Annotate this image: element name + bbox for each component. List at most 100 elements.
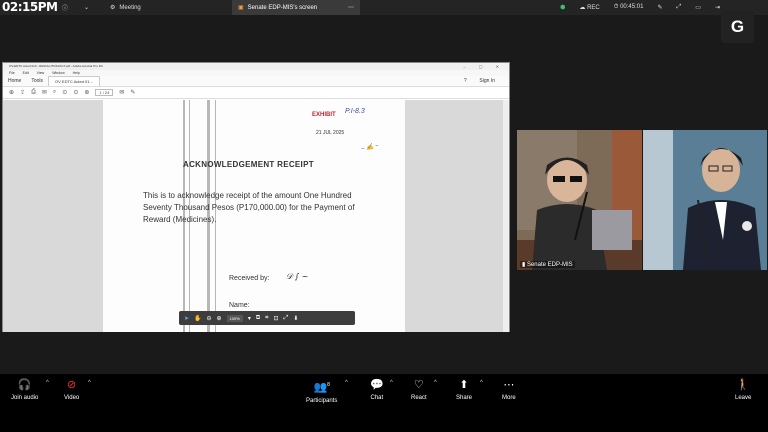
info-icon[interactable]: ⓘ	[62, 0, 68, 15]
video-off-icon: ⊘	[67, 379, 77, 391]
more-icon[interactable]: ⋯	[348, 4, 354, 11]
video-tile-speaker[interactable]: ▮ Senate EDP-MIS	[517, 130, 642, 270]
shared-screen: OV-EDTC Acted 010 - RESOLUTION/ACT.pdf -…	[2, 62, 510, 332]
heart-icon: ♡	[413, 379, 424, 391]
share-button[interactable]: ⬆ Share	[456, 380, 473, 402]
menu-window[interactable]: Window	[52, 71, 64, 75]
chevron-down-icon[interactable]: ⌄	[84, 0, 89, 15]
chat-button[interactable]: 💬 Chat	[370, 379, 384, 402]
screen-icon: ▣	[238, 5, 244, 11]
join-audio-button[interactable]: 🎧 Join audio	[11, 379, 39, 402]
gear-icon: ⚙	[110, 5, 116, 11]
layout-icon[interactable]: ▭	[695, 4, 701, 11]
more-button[interactable]: ⋯ More	[502, 379, 516, 402]
floating-page-toolbar: ➤ ✋ ⊖ ⊕ 100% ▾ ⧉ ⌗ ⊡ ⤢ ⬇	[179, 311, 355, 325]
leave-label: Leave	[735, 395, 752, 401]
pdf-tab-bar: Home Tools OV EDTC Acted 01... ? Sign In	[3, 76, 509, 87]
tab-tools[interactable]: Tools	[26, 78, 48, 84]
print-icon[interactable]: ⎙	[31, 89, 36, 96]
hand-icon[interactable]: ✋	[194, 315, 201, 322]
next-page-icon[interactable]: ⊙	[73, 89, 78, 96]
zoom-out-icon[interactable]: ⊖	[207, 315, 212, 322]
document-tab[interactable]: OV EDTC Acted 01...	[48, 76, 100, 86]
participants-button[interactable]: 👥8 Participants	[306, 380, 337, 404]
menu-edit[interactable]: Edit	[23, 71, 29, 75]
view-icon[interactable]: ⤢	[676, 4, 681, 11]
date-stamp: 21 JUL 2025	[316, 130, 345, 136]
headphones-icon: 🎧	[17, 379, 32, 391]
fullscreen-icon[interactable]: ⤢	[284, 315, 289, 322]
menu-view[interactable]: View	[37, 71, 45, 75]
chat-label: Chat	[370, 395, 384, 401]
join-audio-label: Join audio	[11, 395, 39, 401]
page-number-box[interactable]: 1 / 24	[95, 89, 114, 96]
chat-chevron[interactable]: ^	[390, 380, 393, 386]
screen-tab-label: Senate EDP-MIS's screen	[247, 4, 318, 11]
menu-file[interactable]: File	[9, 71, 15, 75]
pdf-toolbar: ⊕ ⇪ ⎙ ✉ ⌕ ⊙ ⊙ ⊛ 1 / 24 ✉ ✎	[3, 87, 509, 99]
document-heading: ACKNOWLEDGEMENT RECEIPT	[183, 160, 314, 169]
react-label: React	[411, 395, 427, 401]
more-label: More	[502, 395, 516, 401]
search-icon[interactable]: ⌕	[53, 89, 56, 96]
more-icon: ⋯	[503, 379, 515, 391]
copy-icon[interactable]: ⧉	[256, 315, 260, 322]
download-icon[interactable]: ⬇	[293, 315, 298, 322]
name-label: Name:	[229, 302, 250, 309]
tab-home[interactable]: Home	[3, 78, 26, 84]
share-chevron[interactable]: ^	[480, 380, 483, 386]
zoom-in-icon[interactable]: ⊕	[217, 315, 222, 322]
pdf-viewer[interactable]: EXHIBIT P.I-8.3 21 JUL 2025 ~ ✍ ~ ACKNOW…	[3, 100, 509, 332]
recording-indicator[interactable]: ☁ REC	[579, 4, 599, 11]
comment-icon[interactable]: ✉	[119, 89, 124, 96]
timer-value: 00:45:01	[620, 4, 644, 10]
chat-icon: 💬	[370, 379, 384, 391]
leave-button[interactable]: 🚶 Leave	[735, 380, 752, 402]
participant-name-text: Senate EDP-MIS	[526, 262, 573, 268]
signature: 𝒟 ∫ ~	[286, 272, 309, 281]
participants-count: 8	[327, 382, 330, 388]
fit-icon[interactable]: ⊡	[274, 315, 279, 322]
vertical-scrollbar[interactable]	[503, 100, 509, 332]
crop-icon[interactable]: ⌗	[265, 315, 268, 322]
select-icon[interactable]: ➤	[184, 315, 189, 322]
participants-label: Participants	[306, 397, 338, 404]
sign-in-link[interactable]: ? Sign In	[454, 78, 505, 84]
video-button[interactable]: ⊘ Video	[64, 379, 79, 402]
mail-icon[interactable]: ✉	[42, 89, 47, 96]
help-icon: ?	[463, 78, 467, 84]
rec-label: REC	[587, 5, 600, 11]
pdf-page: EXHIBIT P.I-8.3 21 JUL 2025 ~ ✍ ~ ACKNOW…	[103, 100, 405, 332]
screen-share-tab[interactable]: ▣ Senate EDP-MIS's screen ⋯	[232, 0, 360, 15]
prev-page-icon[interactable]: ⊙	[62, 89, 67, 96]
handwritten-initials: ~ ✍ ~	[360, 143, 380, 153]
react-chevron[interactable]: ^	[434, 380, 437, 386]
react-button[interactable]: ♡ React	[411, 379, 427, 402]
meeting-tab-label: Meeting	[119, 4, 141, 11]
audio-options-chevron[interactable]: ^	[46, 380, 49, 386]
window-controls[interactable]: – ▢ ✕	[463, 63, 505, 70]
upload-icon[interactable]: ⇪	[20, 89, 25, 96]
pointer-icon[interactable]: ⊛	[84, 89, 89, 96]
profile-avatar[interactable]: G	[721, 10, 754, 43]
video-tile-listener[interactable]	[643, 130, 767, 270]
zoom-level[interactable]: 100%	[226, 314, 243, 322]
chevron-down-icon[interactable]: ▾	[248, 315, 251, 322]
menu-help[interactable]: Help	[73, 71, 80, 75]
pdf-window-title: OV-EDTC Acted 010 - RESOLUTION/ACT.pdf -…	[3, 63, 509, 70]
video-options-chevron[interactable]: ^	[88, 380, 91, 386]
meeting-controls: 🎧 Join audio ^ ⊘ Video ^ 👥8 Participants…	[0, 374, 768, 432]
meeting-tab[interactable]: ⚙ Meeting	[110, 0, 141, 15]
pencil-icon[interactable]: ✎	[657, 4, 662, 11]
received-by-label: Received by:	[229, 275, 270, 282]
meeting-top-bar: 02:15PM ⓘ ⌄ ⚙ Meeting ▣ Senate EDP-MIS's…	[0, 0, 768, 15]
shield-icon[interactable]: ⬢	[560, 4, 565, 11]
exit-icon[interactable]: ⇥	[715, 4, 720, 11]
participant-name: ▮ Senate EDP-MIS	[520, 261, 575, 268]
sign-in-label: Sign In	[479, 78, 495, 84]
highlight-icon[interactable]: ✎	[130, 89, 135, 96]
share-label: Share	[456, 395, 473, 401]
new-icon[interactable]: ⊕	[9, 89, 14, 96]
participants-chevron[interactable]: ^	[345, 380, 348, 386]
timer: ⏱ 00:45:01	[613, 4, 644, 10]
